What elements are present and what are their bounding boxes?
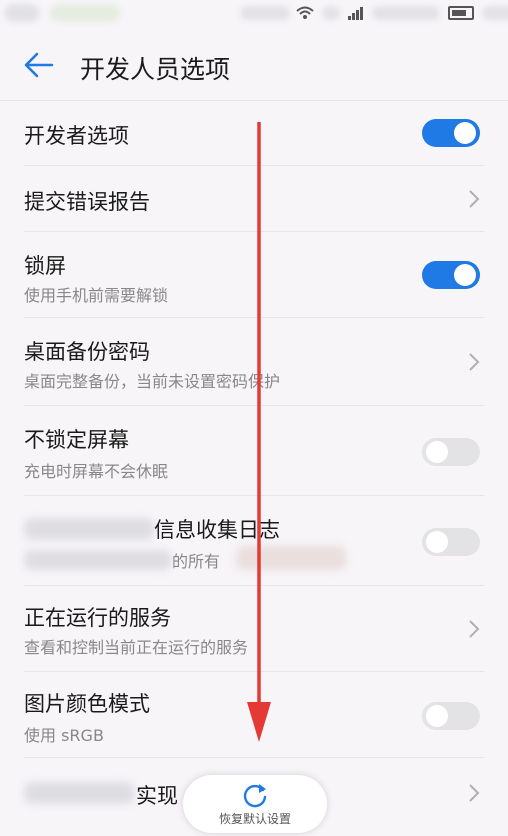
setting-title: 信息收集日志 xyxy=(154,518,280,542)
stay-awake-toggle[interactable] xyxy=(422,438,480,466)
setting-title: 图片颜色模式 xyxy=(24,692,150,716)
setting-picture-color-mode[interactable]: 图片颜色模式 使用 sRGB xyxy=(24,672,484,758)
setting-desktop-backup-password[interactable]: 桌面备份密码 桌面完整备份，当前未设置密码保护 xyxy=(24,318,484,406)
setting-log-collection[interactable]: 信息收集日志 的所有 xyxy=(24,496,484,586)
setting-title: 正在运行的服务 xyxy=(24,606,171,630)
setting-title: 不锁定屏幕 xyxy=(24,428,129,452)
setting-subtitle: 使用手机前需要解锁 xyxy=(24,286,169,305)
lock-screen-toggle[interactable] xyxy=(422,261,480,289)
setting-title: 开发者选项 xyxy=(24,124,129,148)
restore-defaults-label: 恢复默认设置 xyxy=(218,812,291,826)
signal-icon xyxy=(348,7,363,20)
setting-stay-awake[interactable]: 不锁定屏幕 充电时屏幕不会休眠 xyxy=(24,406,484,496)
setting-subtitle: 桌面完整备份，当前未设置密码保护 xyxy=(24,372,281,391)
picture-color-mode-toggle[interactable] xyxy=(422,702,480,730)
status-blur xyxy=(4,4,40,22)
status-blur xyxy=(482,6,508,20)
status-blur xyxy=(322,6,340,20)
chevron-right-icon xyxy=(469,353,480,371)
back-arrow-icon[interactable] xyxy=(22,50,56,80)
chevron-right-icon xyxy=(469,190,480,208)
refresh-icon xyxy=(243,784,267,808)
developer-options-toggle[interactable] xyxy=(422,119,480,147)
setting-subtitle: 使用 sRGB xyxy=(24,726,104,745)
status-blur xyxy=(240,6,290,20)
status-blur xyxy=(50,4,120,22)
setting-title: 提交错误报告 xyxy=(24,190,150,214)
setting-subtitle: 查看和控制当前正在运行的服务 xyxy=(24,638,249,657)
wifi-icon xyxy=(296,6,314,19)
setting-title: 桌面备份密码 xyxy=(24,340,150,364)
setting-subtitle: 充电时屏幕不会休眠 xyxy=(24,462,169,481)
app-bar: 开发人员选项 xyxy=(0,28,508,101)
page-title: 开发人员选项 xyxy=(80,55,231,84)
status-bar xyxy=(0,0,508,28)
chevron-right-icon xyxy=(469,784,480,802)
battery-icon xyxy=(448,6,474,20)
setting-title: 锁屏 xyxy=(24,254,66,278)
log-collection-toggle[interactable] xyxy=(422,528,480,556)
chevron-right-icon xyxy=(469,620,480,638)
restore-defaults-button[interactable]: 恢复默认设置 xyxy=(183,775,327,833)
setting-developer-options[interactable]: 开发者选项 xyxy=(24,100,484,166)
status-blur xyxy=(372,6,440,20)
setting-bug-report[interactable]: 提交错误报告 xyxy=(24,166,484,232)
setting-title: 实现 xyxy=(136,784,178,808)
setting-running-services[interactable]: 正在运行的服务 查看和控制当前正在运行的服务 xyxy=(24,586,484,672)
setting-lock-screen[interactable]: 锁屏 使用手机前需要解锁 xyxy=(24,232,484,318)
setting-subtitle: 的所有 xyxy=(172,552,221,571)
